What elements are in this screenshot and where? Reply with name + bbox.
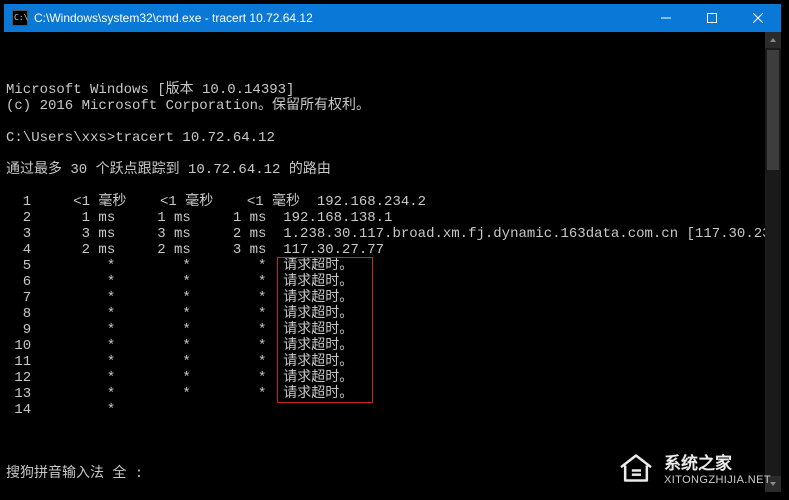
hop-line: 12 * * * 请求超时。 <box>6 370 777 386</box>
blank-line <box>6 146 777 162</box>
minimize-button[interactable] <box>643 4 689 32</box>
hop-line: 6 * * * 请求超时。 <box>6 274 777 290</box>
window-titlebar[interactable]: C:\Windows\system32\cmd.exe - tracert 10… <box>4 4 781 32</box>
terminal-output[interactable]: Microsoft Windows [版本 10.0.14393](c) 201… <box>4 32 781 492</box>
blank-line <box>6 178 777 194</box>
vertical-scrollbar[interactable] <box>765 32 781 492</box>
ime-status: 搜狗拼音输入法 全 : <box>6 466 143 482</box>
hop-line: 5 * * * 请求超时。 <box>6 258 777 274</box>
hop-line: 7 * * * 请求超时。 <box>6 290 777 306</box>
hop-line: 10 * * * 请求超时。 <box>6 338 777 354</box>
maximize-button[interactable] <box>689 4 735 32</box>
hop-line: 9 * * * 请求超时。 <box>6 322 777 338</box>
prompt-line: C:\Users\xxs>tracert 10.72.64.12 <box>6 130 777 146</box>
scroll-thumb[interactable] <box>767 50 779 170</box>
hop-line: 13 * * * 请求超时。 <box>6 386 777 402</box>
window-title: C:\Windows\system32\cmd.exe - tracert 10… <box>34 11 643 25</box>
cmd-icon <box>12 10 28 26</box>
watermark-name: 系统之家 <box>664 449 771 474</box>
blank-line <box>6 114 777 130</box>
watermark-url: XITONGZHIJIA.NET <box>664 474 771 486</box>
scroll-up-button[interactable] <box>765 32 781 48</box>
banner-line: Microsoft Windows [版本 10.0.14393] <box>6 82 777 98</box>
hop-line: 1 <1 毫秒 <1 毫秒 <1 毫秒 192.168.234.2 <box>6 194 777 210</box>
trace-header: 通过最多 30 个跃点跟踪到 10.72.64.12 的路由 <box>6 162 777 178</box>
hop-line: 4 2 ms 2 ms 3 ms 117.30.27.77 <box>6 242 777 258</box>
hop-line: 8 * * * 请求超时。 <box>6 306 777 322</box>
hop-line: 2 1 ms 1 ms 1 ms 192.168.138.1 <box>6 210 777 226</box>
house-icon <box>616 450 656 486</box>
copyright-line: (c) 2016 Microsoft Corporation。保留所有权利。 <box>6 98 777 114</box>
close-button[interactable] <box>735 4 781 32</box>
watermark: 系统之家 XITONGZHIJIA.NET <box>616 449 771 486</box>
cmd-window: C:\Windows\system32\cmd.exe - tracert 10… <box>4 4 781 492</box>
hop-line: 14 * <box>6 402 777 418</box>
hop-line: 3 3 ms 3 ms 2 ms 1.238.30.117.broad.xm.f… <box>6 226 777 242</box>
hop-line: 11 * * * 请求超时。 <box>6 354 777 370</box>
